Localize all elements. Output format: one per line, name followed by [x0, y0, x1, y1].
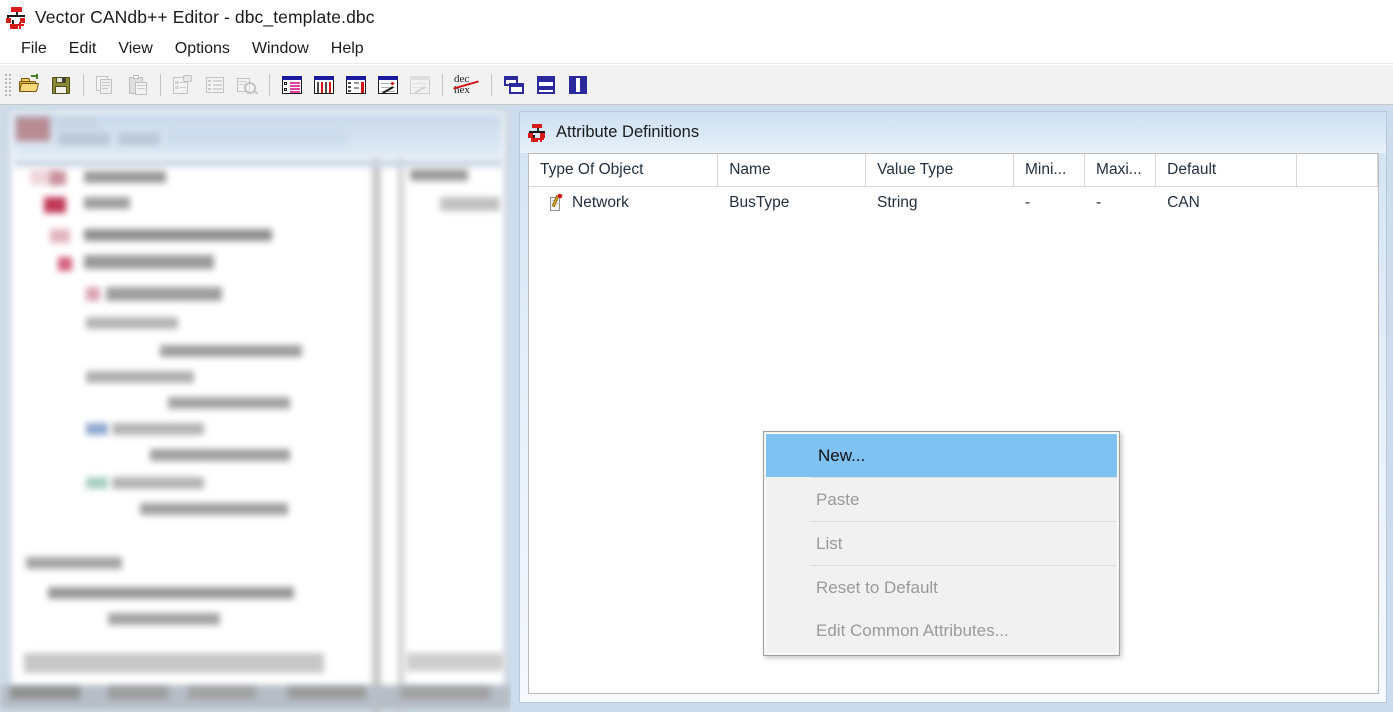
tile-horizontal-icon[interactable]: [531, 70, 561, 100]
column-header-value-type[interactable]: Value Type: [866, 154, 1014, 186]
toolbar-separator: [160, 73, 161, 96]
context-menu-item-new[interactable]: New...: [766, 434, 1117, 477]
toolbar-grip[interactable]: [3, 71, 11, 98]
context-menu[interactable]: New... Paste List Reset to Default Edit …: [763, 431, 1120, 656]
attribute-definitions-header: Attribute Definitions: [520, 112, 1386, 153]
paste-icon[interactable]: [123, 70, 153, 100]
inspect-object-icon[interactable]: [232, 70, 262, 100]
column-header-maximum[interactable]: Maxi...: [1085, 154, 1157, 186]
menu-help[interactable]: Help: [320, 38, 375, 60]
list-properties-icon[interactable]: [200, 70, 230, 100]
toolbar: dec hex: [0, 65, 1393, 105]
column-header-spacer[interactable]: [1297, 154, 1378, 186]
cell-name: BusType: [729, 194, 790, 211]
copy-icon[interactable]: [91, 70, 121, 100]
save-disk-icon[interactable]: [46, 70, 76, 100]
application-window: Vector CANdb++ Editor - dbc_template.dbc…: [0, 0, 1393, 712]
cell-value-type: String: [877, 194, 918, 211]
signal-table-view-icon[interactable]: [341, 70, 371, 100]
title-bar: Vector CANdb++ Editor - dbc_template.dbc: [0, 0, 1393, 35]
column-header-type-of-object[interactable]: Type Of Object: [529, 154, 719, 186]
menu-file[interactable]: File: [10, 38, 58, 60]
message-table-view-icon[interactable]: [309, 70, 339, 100]
cell-type-of-object: Network: [529, 187, 718, 219]
menu-view[interactable]: View: [107, 38, 163, 60]
signal-graph-view-icon[interactable]: [373, 70, 403, 100]
cell-minimum: -: [1024, 194, 1031, 211]
menu-edit[interactable]: Edit: [58, 38, 108, 60]
panel-title: Attribute Definitions: [556, 123, 700, 141]
toolbar-separator: [269, 73, 270, 96]
cell-maximum: -: [1096, 194, 1102, 211]
open-folder-icon[interactable]: [14, 70, 44, 100]
context-menu-item-reset-to-default[interactable]: Reset to Default: [764, 566, 1119, 609]
edit-object-icon[interactable]: [168, 70, 198, 100]
mdi-client-area: Attribute Definitions Type Of Object Nam…: [0, 105, 1393, 712]
censored-network-window[interactable]: [0, 105, 511, 712]
tile-vertical-icon[interactable]: [563, 70, 593, 100]
cell-default: CAN: [1167, 194, 1200, 211]
cell-text-type-of-object: Network: [572, 194, 629, 211]
dec-hex-toggle-icon[interactable]: dec hex: [450, 70, 484, 100]
context-menu-item-edit-common-attributes[interactable]: Edit Common Attributes...: [764, 609, 1119, 652]
menu-window[interactable]: Window: [241, 38, 320, 60]
vector-candb-network-icon: [528, 123, 548, 142]
context-menu-item-list[interactable]: List: [764, 522, 1119, 565]
network-tree-view-icon[interactable]: [277, 70, 307, 100]
cascade-windows-icon[interactable]: [499, 70, 529, 100]
column-header-name[interactable]: Name: [718, 154, 867, 186]
cell-spacer: [1297, 187, 1378, 219]
grid-header-row: Type Of Object Name Value Type Mini... M…: [529, 154, 1378, 187]
menu-options[interactable]: Options: [164, 38, 241, 60]
graph-view-disabled-icon[interactable]: [405, 70, 435, 100]
table-row[interactable]: Network BusType String - - CAN: [529, 187, 1378, 219]
note-pencil-icon: [549, 192, 565, 212]
column-header-minimum[interactable]: Mini...: [1014, 154, 1086, 186]
context-menu-item-paste[interactable]: Paste: [764, 478, 1119, 521]
column-header-default[interactable]: Default: [1156, 154, 1298, 186]
menu-bar: File Edit View Options Window Help: [0, 35, 1393, 64]
toolbar-separator: [83, 73, 84, 96]
toolbar-separator: [442, 73, 443, 96]
vector-candb-network-icon: [6, 6, 28, 29]
toolbar-separator: [491, 73, 492, 96]
window-title: Vector CANdb++ Editor - dbc_template.dbc: [35, 7, 375, 27]
